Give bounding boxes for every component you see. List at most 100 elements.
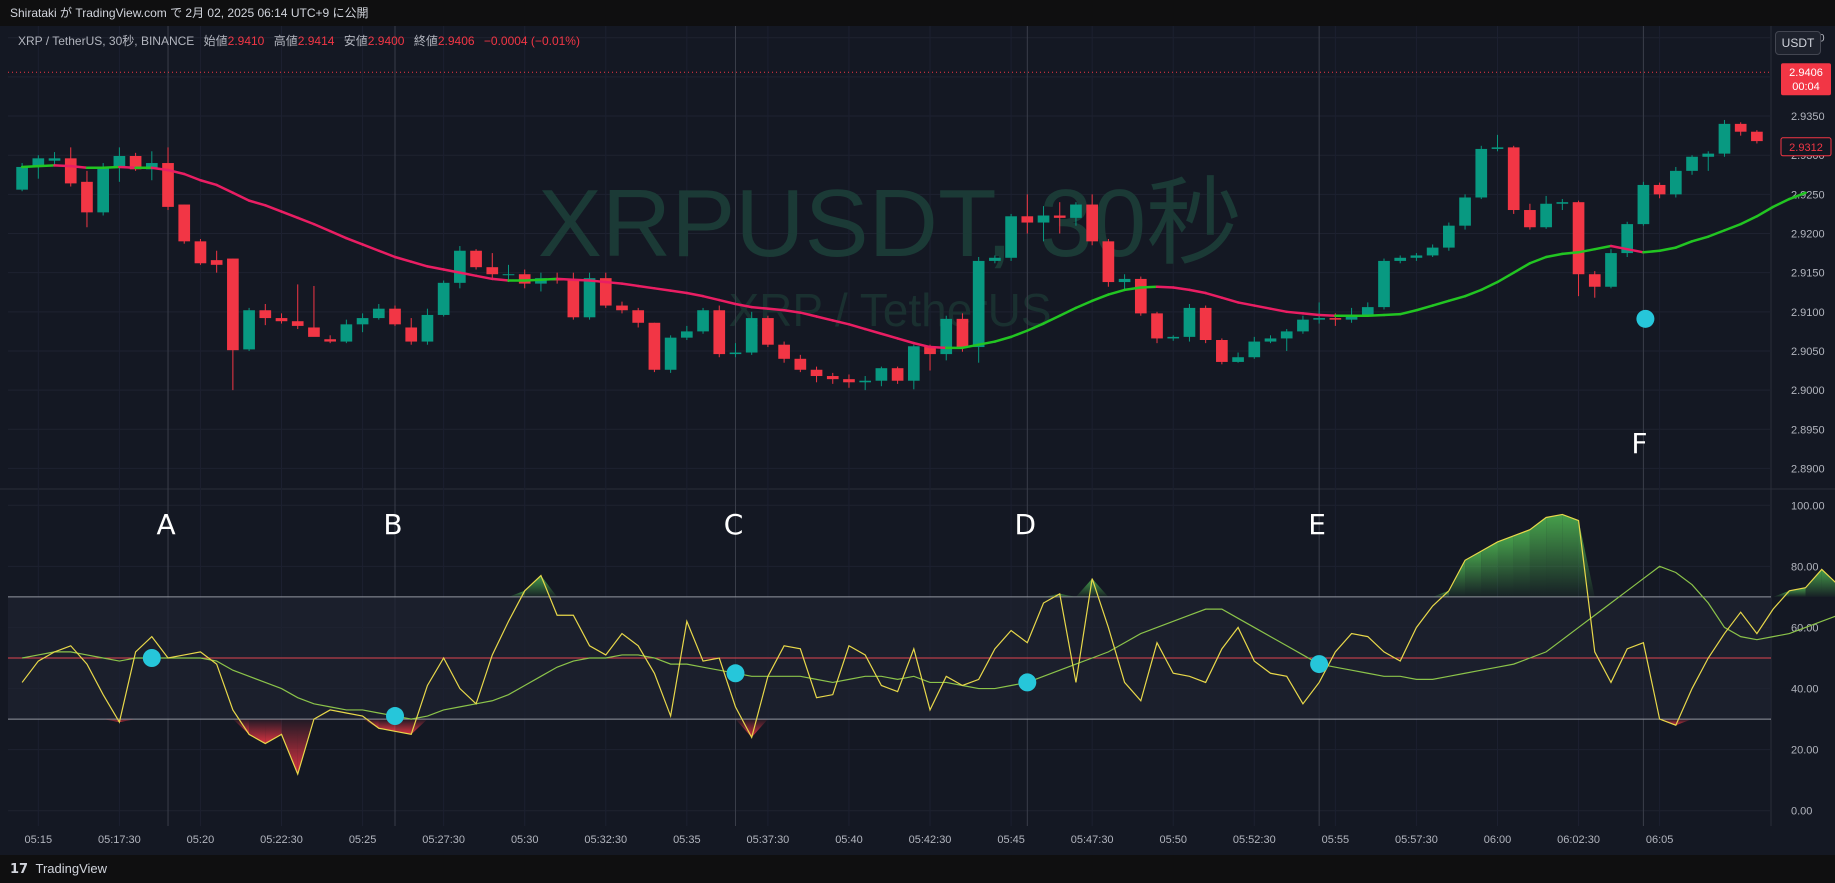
ma-segment bbox=[1512, 262, 1532, 274]
ma-segment bbox=[1090, 293, 1110, 303]
published-text: Shirataki が TradingView.com で 2月 02, 202… bbox=[10, 6, 369, 20]
close-value: 2.9406 bbox=[437, 34, 475, 48]
chart-area[interactable]: 2.94502.94002.93502.93002.92502.92002.91… bbox=[0, 26, 1835, 855]
footer-bar: 𝟭𝟳 TradingView bbox=[0, 855, 1835, 883]
price-tick-label: 2.9100 bbox=[1791, 307, 1825, 319]
tradingview-logo-icon[interactable]: 𝟭𝟳 bbox=[10, 861, 28, 876]
open-label: 始値 bbox=[203, 34, 228, 48]
price-tick-label: 2.9200 bbox=[1791, 229, 1825, 241]
candle-body bbox=[1426, 247, 1439, 256]
candle-body bbox=[97, 166, 110, 213]
time-tick-label: 05:40 bbox=[835, 834, 863, 846]
ma-segment bbox=[1301, 312, 1321, 317]
candle-body bbox=[1167, 336, 1180, 339]
candle bbox=[1264, 335, 1277, 344]
candle-body bbox=[1264, 338, 1277, 342]
ma-segment bbox=[1496, 271, 1515, 284]
candle-body bbox=[891, 368, 904, 381]
candle-body bbox=[518, 274, 531, 284]
ma-segment bbox=[572, 278, 591, 282]
candle-body bbox=[1751, 131, 1763, 142]
rsi-tick-label: 0.00 bbox=[1791, 806, 1812, 818]
rsi-oversold-fill bbox=[265, 719, 282, 744]
candle-body bbox=[194, 241, 207, 264]
time-tick-label: 05:15 bbox=[25, 834, 53, 846]
candle-body bbox=[81, 181, 93, 213]
ma-segment bbox=[1723, 222, 1742, 232]
candle-body bbox=[1718, 123, 1731, 154]
candle-body bbox=[794, 358, 807, 370]
candle-body bbox=[1491, 147, 1504, 149]
rsi-overbought-fill bbox=[1546, 514, 1563, 597]
ma-segment bbox=[653, 287, 672, 292]
candle-body bbox=[745, 318, 758, 353]
ma-segment bbox=[1171, 286, 1191, 292]
candle-body bbox=[1669, 170, 1682, 195]
candle bbox=[1134, 276, 1147, 316]
candle bbox=[48, 152, 61, 166]
candle bbox=[907, 344, 920, 390]
footer-brand[interactable]: TradingView bbox=[35, 861, 107, 876]
candle bbox=[1151, 311, 1163, 344]
rsi-overbought-fill bbox=[524, 575, 541, 597]
time-tick-label: 05:22:30 bbox=[260, 834, 303, 846]
candle bbox=[1216, 338, 1228, 365]
candle bbox=[1167, 335, 1180, 341]
rsi-signal-dot-a bbox=[142, 649, 161, 667]
candle-body bbox=[989, 257, 1001, 261]
ma-segment bbox=[491, 277, 510, 282]
ma-segment bbox=[1074, 299, 1094, 310]
candle bbox=[1669, 166, 1682, 198]
candle-body bbox=[421, 314, 434, 342]
candle-body bbox=[1102, 241, 1115, 283]
ma-segment bbox=[685, 291, 705, 298]
candle-body bbox=[1329, 318, 1342, 320]
candle-body bbox=[1475, 148, 1488, 198]
ma-segment bbox=[182, 172, 202, 182]
published-header: Shirataki が TradingView.com で 2月 02, 202… bbox=[0, 0, 1835, 26]
rsi-overbought-fill bbox=[1562, 514, 1579, 597]
countdown-tag-value: 00:04 bbox=[1792, 81, 1820, 93]
candle-body bbox=[810, 369, 823, 377]
candle-body bbox=[1070, 204, 1082, 218]
chart-svg[interactable]: 2.94502.94002.93502.93002.92502.92002.91… bbox=[0, 26, 1835, 855]
ma-segment bbox=[296, 216, 316, 226]
ma-segment bbox=[377, 249, 397, 259]
candle-body bbox=[1378, 260, 1390, 308]
candle bbox=[632, 307, 645, 328]
low-label: 安値 bbox=[343, 34, 368, 48]
symbol-title[interactable]: XRP / TetherUS, 30秒, BINANCE bbox=[18, 34, 194, 48]
rsi-tick-label: 100.00 bbox=[1791, 500, 1825, 512]
ma-segment bbox=[37, 164, 56, 168]
candle-body bbox=[340, 324, 353, 342]
candle-body bbox=[729, 352, 742, 355]
candle-body bbox=[956, 318, 969, 348]
ma-segment bbox=[1382, 312, 1402, 317]
rsi-overbought-fill bbox=[1513, 529, 1530, 597]
candle bbox=[972, 257, 985, 363]
ma-segment bbox=[1285, 310, 1305, 315]
time-tick-label: 05:20 bbox=[187, 834, 215, 846]
candle-body bbox=[372, 308, 385, 319]
ma-price-tag-value: 2.9312 bbox=[1789, 142, 1823, 154]
candle-body bbox=[681, 331, 693, 338]
rsi-tick-label: 80.00 bbox=[1791, 561, 1819, 573]
currency-badge[interactable]: USDT bbox=[1775, 31, 1821, 55]
candle-body bbox=[648, 322, 661, 370]
price-tick-label: 2.9350 bbox=[1791, 111, 1825, 123]
ma-segment bbox=[1690, 235, 1710, 243]
ma-segment bbox=[1642, 249, 1661, 254]
candle bbox=[113, 147, 126, 182]
candle bbox=[1297, 315, 1309, 334]
rsi-overbought-fill bbox=[1497, 535, 1514, 597]
candle-body bbox=[826, 376, 839, 380]
ma-segment bbox=[1739, 215, 1759, 226]
candle-body bbox=[291, 321, 304, 326]
candle bbox=[1475, 145, 1488, 200]
time-tick-label: 05:47:30 bbox=[1071, 834, 1114, 846]
ma-segment bbox=[20, 164, 40, 169]
time-tick-label: 06:00 bbox=[1484, 834, 1512, 846]
candle bbox=[762, 315, 774, 348]
ma-segment bbox=[1204, 291, 1224, 299]
candle bbox=[1232, 352, 1244, 363]
